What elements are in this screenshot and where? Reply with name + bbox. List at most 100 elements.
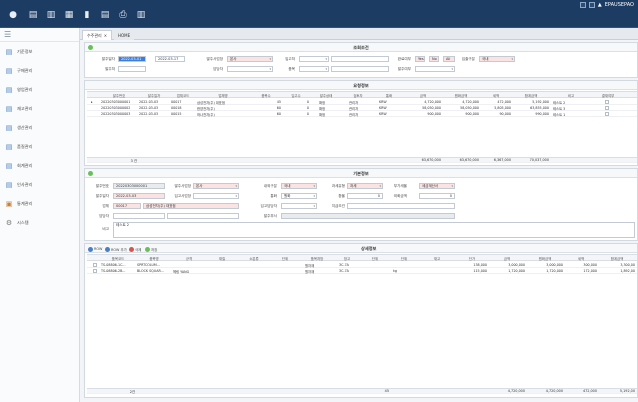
sidebar-menu-toggle[interactable]: ☰ — [0, 28, 79, 42]
payment-terms-input[interactable] — [347, 203, 455, 209]
print-icon[interactable]: ⎙ — [118, 10, 128, 20]
vat-select[interactable]: 세금계산서 ▾ — [419, 183, 455, 189]
detail-panel: 기본정보 발주번호 20220303000001 발주사업장 본사 ▾ 내외구분 … — [84, 168, 638, 241]
exchange-rate-input[interactable]: 0 — [347, 193, 383, 199]
tab-home[interactable]: HOME — [114, 30, 135, 40]
row-button[interactable]: ROW — [88, 246, 102, 252]
doc-icon: ▤ — [5, 85, 13, 94]
status-all[interactable]: All — [443, 56, 455, 62]
foreign-amount-input[interactable]: 0 — [419, 193, 455, 199]
vendor-code-input[interactable]: 00017 — [113, 203, 141, 209]
sidebar-item-8[interactable]: ▣ 통계관리 — [0, 194, 79, 213]
sidebar: ☰ ▤ 기준정보 ▤ 구매관리 ▤ 영업관리 ▤ 재고관리 ▤ 생산관리 ▤ 품질관리 ▤ 회… — [0, 28, 80, 402]
sidebar-item-4[interactable]: ▤ 생산관리 — [0, 118, 79, 137]
vendor-name-input[interactable]: 삼성전자(주) 대표점 — [143, 203, 239, 209]
export-icon[interactable]: ▥ — [136, 10, 146, 20]
user-name: EPAUSEPAO — [604, 2, 634, 8]
order-place-select[interactable]: 본사 ▾ — [193, 183, 239, 189]
tab-bar: 수주관리 × HOME — [80, 28, 638, 40]
order-flag-select[interactable]: ▾ — [415, 66, 455, 72]
items-grid: 품목코드 품목명 규격 재질 소분류 단위 품목처방 창고 단위 단위 재고 단… — [87, 254, 637, 397]
item-select[interactable]: ▾ — [299, 66, 329, 72]
category-select[interactable]: 국내 ▾ — [281, 183, 317, 189]
save-icon[interactable]: ▦ — [64, 10, 74, 20]
grid-summary-row: 3 건 63,670,000 63,670,000 6,367,000 70,0… — [87, 157, 637, 163]
item-name-input[interactable] — [331, 66, 389, 72]
row-pointer-icon: ▸ — [91, 100, 93, 104]
sidebar-item-7[interactable]: ▤ 인사관리 — [0, 175, 79, 194]
date-from-input[interactable]: 2022-03-01 — [118, 56, 146, 62]
tab-active[interactable]: 수주관리 × — [82, 30, 113, 40]
sidebar-item-2[interactable]: ▤ 영업관리 — [0, 80, 79, 99]
dept-field — [281, 213, 455, 219]
sidebar-item-0[interactable]: ▤ 기준정보 — [0, 42, 79, 61]
supplier-input[interactable] — [118, 66, 146, 72]
doc-icon: ▤ — [5, 104, 13, 113]
items-panel-header: ROW ROW 추가 삭제 저장 상세정보 — [85, 244, 637, 253]
status-yes[interactable]: Yes — [415, 56, 425, 62]
tax-type-select[interactable]: 과세 ▾ — [347, 183, 383, 189]
approval-checkbox[interactable] — [605, 112, 609, 116]
warehouse-name-input[interactable] — [331, 56, 389, 62]
search-panel-title: 조회조건 — [353, 45, 369, 50]
doc-icon: ▤ — [5, 142, 13, 151]
row-checkbox[interactable] — [93, 263, 97, 267]
delete-icon — [129, 246, 134, 252]
approval-checkbox[interactable] — [605, 100, 609, 104]
type-select[interactable]: 국내 ▾ — [479, 56, 515, 62]
warehouse-select[interactable]: ▾ — [299, 56, 329, 62]
window-min-icon[interactable] — [579, 2, 586, 8]
items-panel: ROW ROW 추가 삭제 저장 상세정보 품목코드 품목명 규격 재질 소분류… — [84, 243, 638, 398]
add-row-button[interactable]: ROW 추가 — [105, 246, 127, 252]
sidebar-item-3[interactable]: ▤ 재고관리 — [0, 99, 79, 118]
approval-checkbox[interactable] — [605, 106, 609, 110]
order-no-field: 20220303000001 — [113, 183, 165, 189]
sidebar-item-9[interactable]: ⚙ 시스템 — [0, 213, 79, 232]
date-to-input[interactable]: 2022-03-17 — [155, 56, 185, 62]
sidebar-item-6[interactable]: ▤ 회계관리 — [0, 156, 79, 175]
order-list-panel: 요청정보 발주번호 발주일자 업체코드 업체명 품목수 입고수 발주상태 검토자… — [84, 80, 638, 166]
close-icon[interactable]: × — [104, 33, 107, 38]
list-panel-header: 요청정보 — [85, 81, 637, 90]
doc-icon: ▤ — [5, 66, 13, 75]
top-toolbar: ● ▤ ▥ ▦ ▮ ▤ ⎙ ▥ ▲ EPAUSEPAO — [0, 0, 638, 28]
memo-textarea[interactable]: 테스트 2 — [113, 222, 635, 238]
new-doc-icon[interactable]: ▤ — [28, 10, 38, 20]
sidebar-item-5[interactable]: ▤ 품질관리 — [0, 137, 79, 156]
home-icon[interactable]: ● — [8, 10, 18, 20]
currency-select[interactable]: 원화 ▾ — [281, 193, 317, 199]
order-grid-header: 발주번호 발주일자 업체코드 업체명 품목수 입고수 발주상태 검토자 통화 금… — [87, 91, 637, 98]
save-row-button[interactable]: 저장 — [145, 246, 157, 252]
table-row[interactable]: 20220303000003 2022-03-03 00015 하나전자(주) … — [87, 111, 637, 117]
row-icon — [88, 246, 93, 252]
status-no[interactable]: No — [429, 56, 439, 62]
window-max-icon[interactable] — [588, 2, 595, 8]
inbound-place-select[interactable]: ▾ — [193, 193, 239, 199]
save-icon — [145, 246, 150, 252]
buyer-select[interactable]: ▾ — [281, 203, 317, 209]
detail-panel-title: 기본정보 — [353, 171, 369, 176]
order-date-input[interactable]: 2022-03-03 — [113, 193, 165, 199]
table-row[interactable]: TS-08806-2B... BLOCK SQUAR... 헤링 YANG 원자… — [87, 268, 637, 274]
save-doc-icon[interactable]: ▥ — [46, 10, 56, 20]
manager-name-input[interactable] — [167, 213, 239, 219]
sidebar-item-1[interactable]: ▤ 구매관리 — [0, 61, 79, 80]
user-icon: ▲ — [597, 2, 602, 8]
buyer-select[interactable]: 본사 ▾ — [227, 56, 273, 62]
order-grid: 발주번호 발주일자 업체코드 업체명 품목수 입고수 발주상태 검토자 통화 금… — [87, 91, 637, 165]
delete-icon[interactable]: ▮ — [82, 10, 92, 20]
doc-icon: ▤ — [5, 161, 13, 170]
manager-input[interactable] — [113, 213, 165, 219]
chart-icon: ▣ — [5, 199, 13, 208]
items-panel-title: 상세정보 — [361, 246, 377, 251]
delete-row-button[interactable]: 삭제 — [129, 246, 141, 252]
row-checkbox[interactable] — [93, 269, 97, 273]
list-panel-title: 요청정보 — [353, 83, 369, 88]
doc-icon: ▤ — [5, 47, 13, 56]
dept-select[interactable]: ▾ — [227, 66, 273, 72]
search-panel-header: 조회조건 — [85, 43, 637, 52]
copy-doc-icon[interactable]: ▤ — [100, 10, 110, 20]
gear-icon: ⚙ — [5, 218, 13, 227]
search-panel: 조회조건 발주일자 2022-03-01 2022-03-17 발주사업장 본사… — [84, 42, 638, 78]
add-icon — [105, 246, 110, 252]
